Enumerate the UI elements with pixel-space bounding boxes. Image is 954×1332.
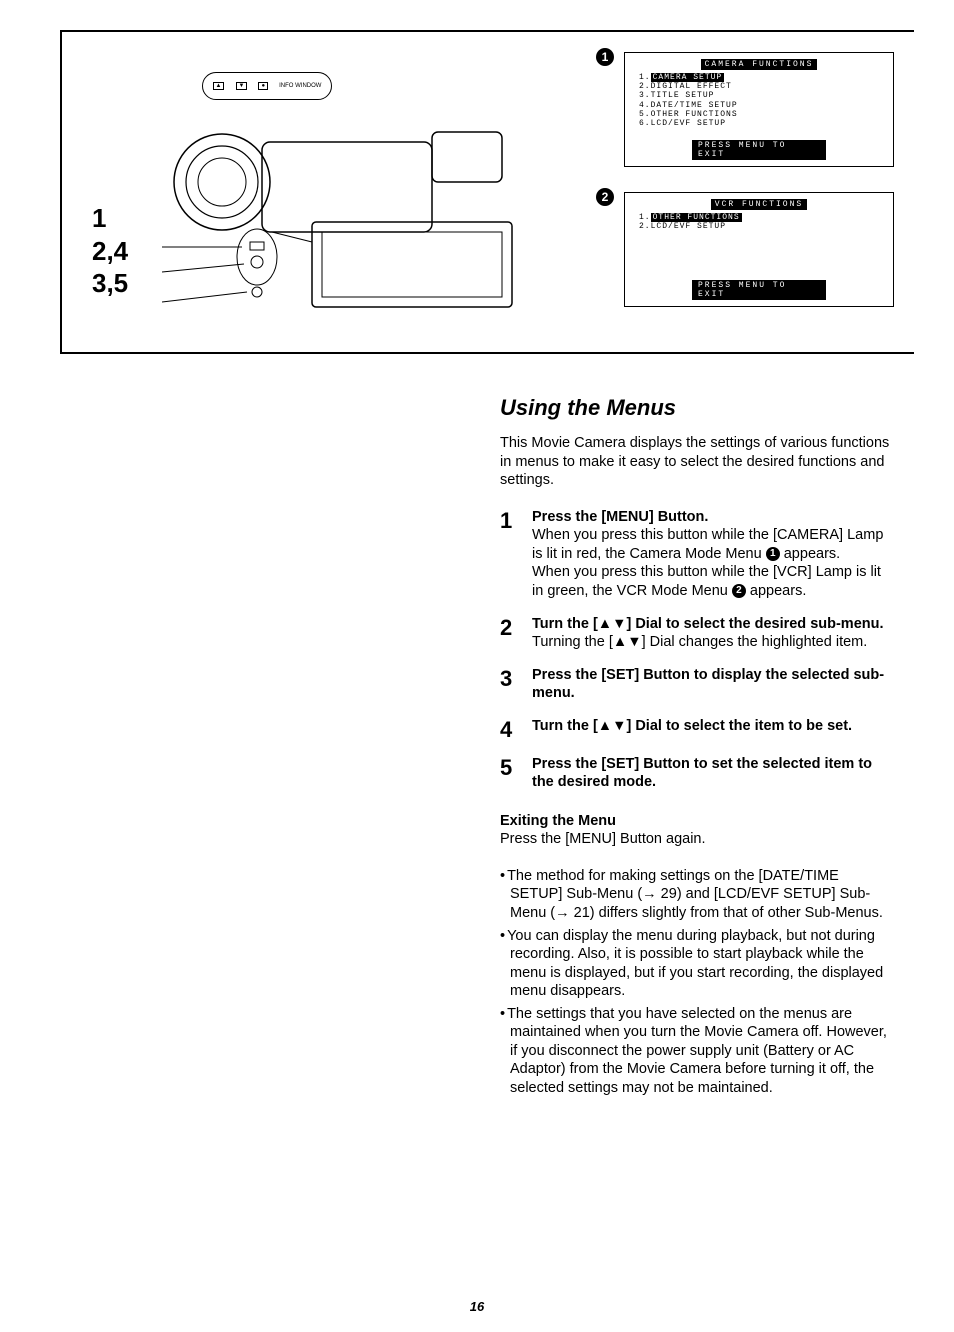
step-ref-1: 1 [92, 202, 128, 235]
note-item: The method for making settings on the [D… [500, 867, 894, 923]
camera-functions-menu: CAMERA FUNCTIONS 1.CAMERA SETUP 2.DIGITA… [624, 52, 894, 167]
menu2-title: VCR FUNCTIONS [711, 199, 807, 210]
menu2-list: 1.OTHER FUNCTIONS 2.LCD/EVF SETUP [639, 213, 885, 231]
notes-list: The method for making settings on the [D… [500, 867, 894, 1098]
step-ref-24: 2,4 [92, 235, 128, 268]
diagram-step-labels: 1 2,4 3,5 [92, 202, 128, 300]
step4-head: Turn the [▲▼] Dial to select the item to… [532, 717, 894, 736]
inline-badge-2: 2 [732, 584, 746, 598]
diagram-box: ▲▼● INFO WINDOW 1 [60, 30, 914, 354]
menu1-list: 1.CAMERA SETUP 2.DIGITAL EFFECT 3.TITLE … [639, 73, 885, 128]
step-3: 3 Press the [SET] Button to display the … [500, 666, 894, 703]
step-2: 2 Turn the [▲▼] Dial to select the desir… [500, 615, 894, 652]
section-title: Using the Menus [500, 394, 894, 422]
callout-badge-2: 2 [596, 188, 614, 206]
menu1-footer: PRESS MENU TO EXIT [692, 140, 826, 160]
note-item: The settings that you have selected on t… [500, 1005, 894, 1098]
content-column: Using the Menus This Movie Camera displa… [500, 394, 894, 1097]
step-5: 5 Press the [SET] Button to set the sele… [500, 755, 894, 792]
menu1-title: CAMERA FUNCTIONS [701, 59, 818, 70]
manual-page: ▲▼● INFO WINDOW 1 [0, 0, 954, 1332]
inline-badge-1: 1 [766, 547, 780, 561]
camera-illustration: ▲▼● INFO WINDOW [102, 42, 542, 332]
note-item: You can display the menu during playback… [500, 927, 894, 1001]
callout-badge-1: 1 [596, 48, 614, 66]
step-1: 1 Press the [MENU] Button. When you pres… [500, 508, 894, 601]
page-number: 16 [470, 1299, 484, 1314]
step3-head: Press the [SET] Button to display the se… [532, 666, 894, 703]
vcr-functions-menu: VCR FUNCTIONS 1.OTHER FUNCTIONS 2.LCD/EV… [624, 192, 894, 307]
menu2-footer: PRESS MENU TO EXIT [692, 280, 826, 300]
step2-head: Turn the [▲▼] Dial to select the desired… [532, 615, 894, 634]
step5-head: Press the [SET] Button to set the select… [532, 755, 894, 792]
intro-paragraph: This Movie Camera displays the settings … [500, 434, 894, 490]
step-ref-35: 3,5 [92, 267, 128, 300]
step-4: 4 Turn the [▲▼] Dial to select the item … [500, 717, 894, 741]
step1-head: Press the [MENU] Button. [532, 508, 894, 527]
exiting-body: Press the [MENU] Button again. [500, 830, 894, 849]
steps-list: 1 Press the [MENU] Button. When you pres… [500, 508, 894, 792]
exiting-head: Exiting the Menu [500, 812, 894, 831]
camera-svg [162, 92, 542, 312]
